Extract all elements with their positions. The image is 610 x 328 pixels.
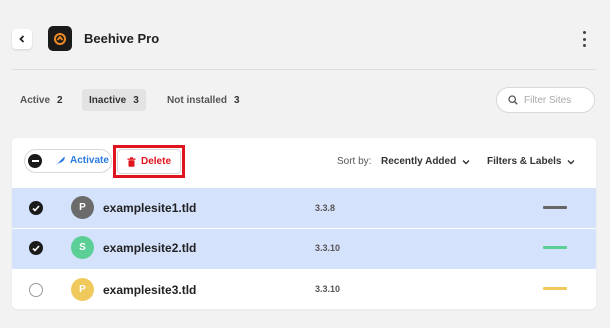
site-name[interactable]: examplesite3.tld (103, 283, 196, 297)
tab-count: 3 (133, 94, 139, 106)
row-checkbox[interactable] (29, 241, 43, 255)
activate-label: Activate (70, 155, 109, 166)
checkmark-icon (32, 244, 40, 252)
status-indicator (543, 206, 567, 209)
checkmark-icon (32, 204, 40, 212)
filters-dropdown[interactable]: Filters & Labels (487, 156, 575, 167)
row-checkbox[interactable] (29, 201, 43, 215)
beehive-logo-icon (48, 26, 72, 51)
sort-dropdown[interactable]: Recently Added (381, 156, 470, 167)
tab-not-installed[interactable]: Not installed 3 (160, 89, 247, 111)
sort-label: Sort by: (337, 156, 372, 167)
select-all-toggle[interactable] (28, 154, 42, 168)
status-indicator (543, 287, 567, 290)
chevron-left-icon (19, 35, 25, 43)
plugin-version: 3.3.10 (315, 243, 341, 253)
tab-label: Not installed (167, 94, 228, 106)
site-name[interactable]: examplesite1.tld (103, 201, 196, 215)
avatar: P (71, 196, 94, 219)
table-row[interactable] (12, 229, 596, 269)
tab-count: 3 (234, 94, 240, 106)
activate-button[interactable]: Activate (55, 155, 109, 166)
status-indicator (543, 246, 567, 249)
search-input[interactable]: Filter Sites (496, 87, 595, 113)
filters-label: Filters & Labels (487, 156, 562, 167)
row-checkbox[interactable] (29, 283, 43, 297)
table-row[interactable] (12, 269, 596, 309)
page-title: Beehive Pro (84, 31, 160, 46)
plugin-version: 3.3.8 (315, 203, 336, 213)
tab-label: Active (20, 94, 51, 106)
feather-icon (56, 156, 65, 165)
kebab-menu-icon[interactable] (578, 31, 590, 47)
delete-highlight-box (113, 145, 185, 178)
header-divider (12, 69, 596, 70)
tab-count: 2 (57, 94, 63, 106)
chevron-down-icon (567, 159, 575, 164)
chevron-down-icon (462, 159, 470, 164)
table-row[interactable] (12, 188, 596, 228)
search-icon (508, 95, 518, 105)
avatar: P (71, 278, 94, 301)
avatar: S (71, 236, 94, 259)
tab-active[interactable]: Active 2 (13, 89, 70, 111)
tab-inactive[interactable]: Inactive 3 (82, 89, 146, 111)
tab-label: Inactive (89, 94, 127, 106)
site-name[interactable]: examplesite2.tld (103, 241, 196, 255)
search-placeholder: Filter Sites (524, 94, 572, 106)
sort-value: Recently Added (381, 156, 457, 167)
back-button[interactable] (12, 29, 32, 49)
plugin-version: 3.3.10 (315, 284, 341, 294)
